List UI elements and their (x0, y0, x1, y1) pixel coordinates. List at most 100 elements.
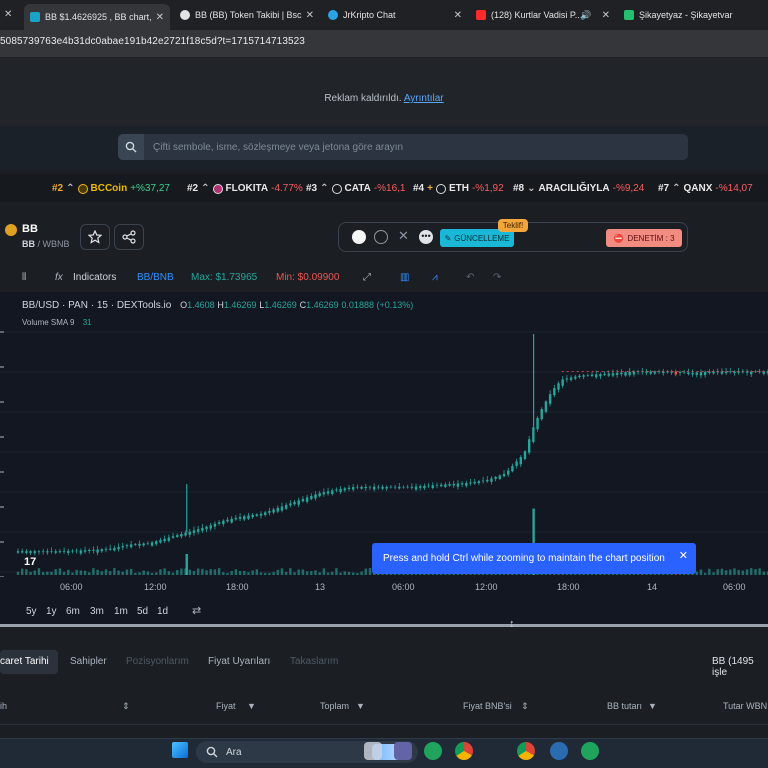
x-twitter-icon[interactable]: ✕ (398, 228, 409, 244)
range-1y[interactable]: 1y (46, 606, 57, 617)
candle-body (540, 409, 543, 420)
tab-positions[interactable]: Pozisyonlarım (126, 656, 189, 667)
candle-body (431, 485, 435, 488)
bar-chart-icon[interactable]: ▥ (400, 272, 409, 283)
task-view-icon[interactable] (364, 742, 382, 760)
volume-bar (737, 569, 740, 575)
volume-bar (167, 571, 171, 575)
teams-icon[interactable] (394, 742, 412, 760)
app-icon[interactable] (550, 742, 568, 760)
globe-icon[interactable] (374, 230, 388, 244)
windows-start-icon[interactable] (172, 742, 188, 758)
line-chart-icon[interactable]: ⩘ (432, 272, 438, 283)
audit-button[interactable]: ⛔ DENETİM : 3 (606, 229, 682, 247)
range-6m[interactable]: 6m (66, 606, 80, 617)
volume-bar (762, 571, 766, 575)
tab-close-icon[interactable]: ✕ (602, 10, 610, 21)
audio-icon[interactable]: 🔊 (580, 10, 591, 21)
ad-details-link[interactable]: Ayrıntılar (404, 93, 444, 104)
pair-toggle[interactable]: BB/BNB (137, 272, 174, 283)
taskbar-search[interactable]: Ara (196, 741, 418, 763)
candle-body (129, 544, 133, 548)
ticker-change: -%9,24 (612, 183, 645, 194)
tab-price-alerts[interactable]: Fiyat Uyarıları (208, 656, 270, 667)
ticker-item[interactable]: #2 ⌃ FLOKITA -4.77% (187, 183, 303, 194)
col-wbnb-amount-header[interactable]: Tutar WBN (723, 701, 767, 711)
tab-label: Şikayetyaz - Şikayetvar (639, 10, 733, 20)
filter-icon[interactable]: ▼ (356, 701, 365, 711)
redo-icon[interactable]: ↷ (493, 272, 501, 283)
candle-body (297, 500, 300, 505)
candle-body (385, 486, 388, 489)
edge-profile-icon[interactable] (581, 742, 599, 760)
browser-tab-bsc[interactable]: BB (BB) Token Takibi | Bsc ✕ (174, 4, 320, 26)
sort-icon[interactable]: ⇕ (521, 701, 529, 712)
col-date-header[interactable]: ih (0, 701, 7, 711)
candle-body (58, 551, 62, 553)
ticker-item[interactable]: #8 ⌄ ARACILIĞIYLA -%9,24 (513, 183, 644, 194)
chrome-active-icon[interactable] (517, 742, 535, 760)
col-price-header[interactable]: Fiyat (216, 701, 236, 711)
share-button[interactable] (114, 224, 144, 250)
browser-tab-sikayetvar[interactable]: Şikayetyaz - Şikayetvar (618, 4, 768, 26)
browser-tab-telegram[interactable]: JrKripto Chat ✕ (322, 4, 468, 26)
candle-body (150, 542, 154, 546)
browser-tab-dextools[interactable]: BB $1.4626925 , BB chart, ✕ (24, 4, 170, 30)
volume-label: Volume SMA 9 (22, 318, 75, 327)
browser-tab-youtube[interactable]: (128) Kurtlar Vadisi P... 🔊 ✕ (470, 4, 616, 26)
indicators-button[interactable]: Indicators (73, 272, 116, 283)
tab-close-icon[interactable]: ✕ (156, 12, 164, 23)
ticker-item[interactable]: #2 ⌃ BCCoin +%37,27 (52, 183, 170, 194)
fullscreen-icon[interactable]: ⤢ (363, 272, 371, 283)
candle-body (536, 418, 539, 430)
range-1m[interactable]: 1m (114, 606, 128, 617)
col-bb-amount-header[interactable]: BB tutarı (607, 701, 642, 711)
range-5y[interactable]: 5y (26, 606, 37, 617)
col-price-bnb-header[interactable]: Fiyat BNB'si (463, 701, 512, 711)
undo-icon[interactable]: ↶ (466, 272, 474, 283)
volume-bar (297, 569, 300, 575)
table-row[interactable] (0, 724, 768, 738)
candle-body (171, 536, 175, 538)
filter-icon[interactable]: ▼ (648, 701, 657, 711)
ticker-name: CATA (344, 183, 371, 194)
candle-body (217, 522, 221, 524)
tab-holders[interactable]: Sahipler (70, 656, 107, 667)
range-3m[interactable]: 3m (90, 606, 104, 617)
candle-body (435, 485, 439, 486)
volume-bar (280, 568, 284, 575)
pair-search-input[interactable]: Çifti sembole, isme, sözleşmeye veya jet… (118, 134, 688, 160)
tab-trade-history-label[interactable]: caret Tarihi (0, 656, 49, 667)
tab-close-icon[interactable]: ✕ (4, 9, 12, 20)
favorite-button[interactable] (80, 224, 110, 250)
candle-body (414, 486, 418, 490)
tab-swaps[interactable]: Takaslarım (290, 656, 338, 667)
candle-type-icon[interactable]: ⫴ (22, 272, 26, 283)
range-1d[interactable]: 1d (157, 606, 168, 617)
candle-body (544, 401, 548, 412)
url-text[interactable]: 5085739763e4b31dc0abae191b42e2721f18c5d?… (0, 36, 305, 47)
youtube-favicon-icon (476, 10, 486, 20)
candle-body (331, 490, 334, 495)
tab-close-icon[interactable]: ✕ (306, 10, 314, 21)
chart-logo-icon[interactable] (352, 230, 366, 244)
tradingview-logo-icon[interactable]: 17 (24, 556, 36, 568)
date-range-icon[interactable]: ⇄ (192, 604, 201, 617)
candle-body (88, 550, 91, 552)
ticker-item[interactable]: #4 + ETH -%1,92 (413, 183, 504, 194)
candle-body (624, 372, 627, 376)
col-total-header[interactable]: Toplam (320, 701, 349, 711)
candle-body (46, 551, 49, 553)
filter-icon[interactable]: ▼ (247, 701, 256, 711)
indicators-icon[interactable]: fx (55, 272, 63, 283)
edge-icon[interactable] (424, 742, 442, 760)
more-icon[interactable]: ••• (419, 230, 433, 244)
ticker-item[interactable]: #3 ⌃ CATA -%16,1 (306, 183, 406, 194)
tab-close-icon[interactable]: ✕ (454, 10, 462, 21)
range-5d[interactable]: 5d (137, 606, 148, 617)
close-icon[interactable]: ✕ (679, 549, 688, 562)
volume-bar (134, 572, 137, 575)
ticker-item[interactable]: #7 ⌃ QANX -%14,07 (658, 183, 753, 194)
sort-icon[interactable]: ⇕ (122, 701, 130, 712)
chrome-icon[interactable] (455, 742, 473, 760)
